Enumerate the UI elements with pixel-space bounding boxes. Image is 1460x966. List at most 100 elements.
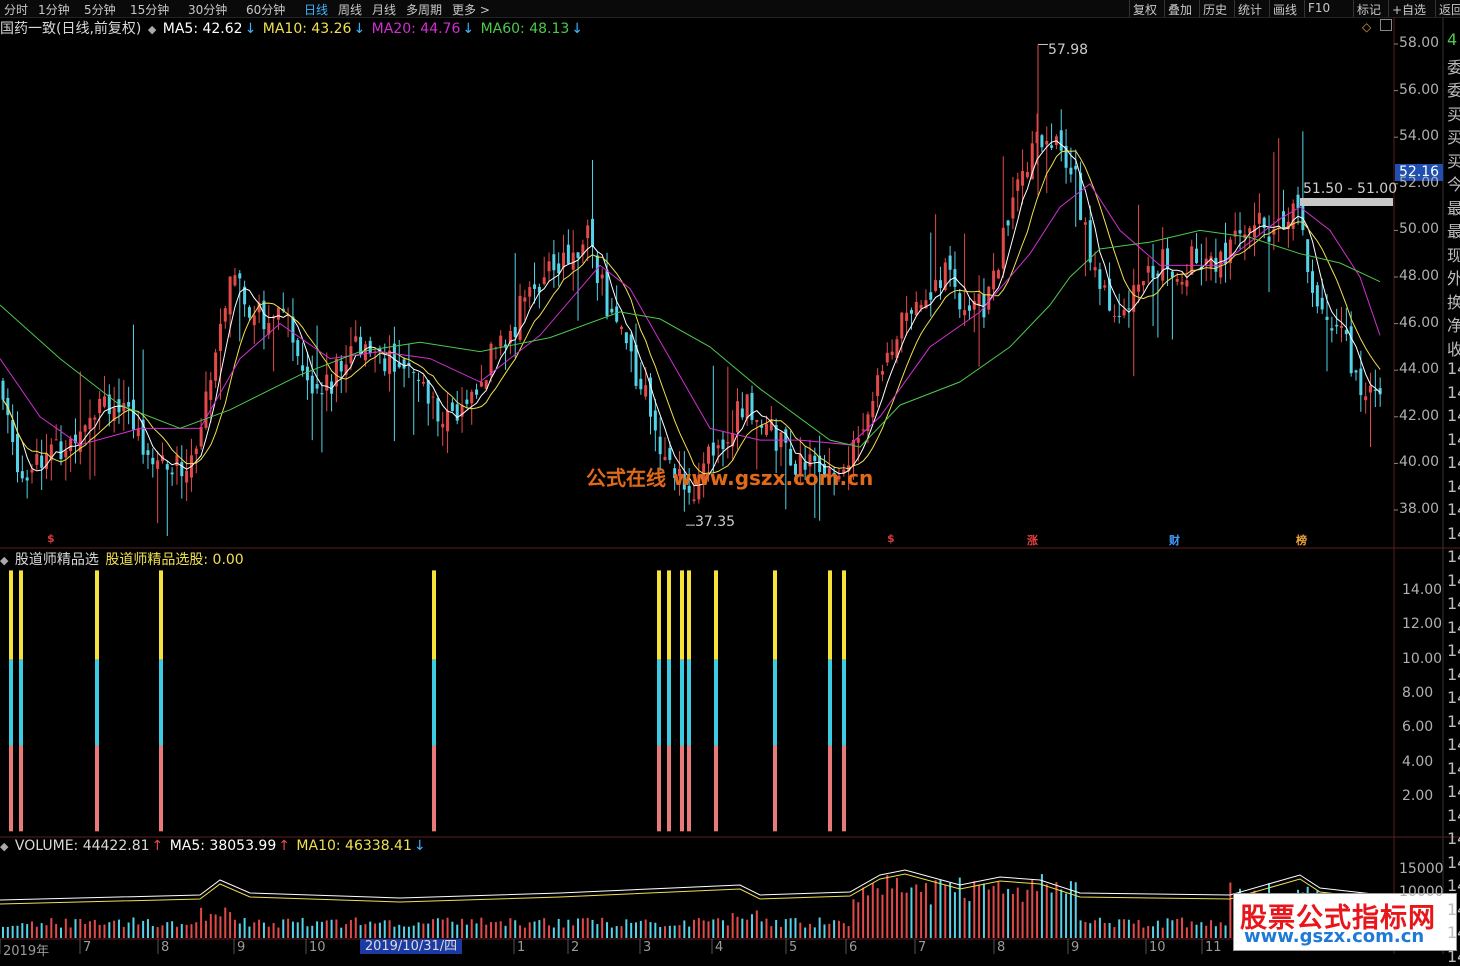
candle-body <box>658 436 662 455</box>
candle-body <box>1127 308 1131 310</box>
volume-bar <box>253 922 256 938</box>
volume-bar <box>301 917 304 938</box>
toolbar-tab-10[interactable]: 更多 > <box>452 1 490 18</box>
maximize-icon[interactable] <box>1380 19 1392 31</box>
toolbar-action-4[interactable]: 画线 <box>1273 1 1297 18</box>
price-axis-label: 52.00 <box>1399 174 1440 191</box>
indicator-bar-top <box>667 570 671 660</box>
candle-body <box>890 351 894 356</box>
toolbar-tab-1[interactable]: 1分钟 <box>38 1 70 18</box>
indicator-bar-mid <box>773 659 777 746</box>
volume-bar <box>480 917 483 938</box>
volume-bar <box>1002 893 1005 938</box>
volume-bar <box>958 877 961 938</box>
candle-body <box>1373 389 1377 391</box>
volume-bar <box>804 927 807 938</box>
legend-marker-icon[interactable]: ◆ <box>148 23 156 36</box>
candle-body <box>938 280 942 288</box>
volume-bar <box>606 922 609 938</box>
toolbar-tab-8[interactable]: 月线 <box>372 1 396 18</box>
volume-bar <box>1205 925 1208 938</box>
toolbar-tab-9[interactable]: 多周期 <box>406 1 442 18</box>
volume-bar <box>113 920 116 938</box>
price-axis-label: 54.00 <box>1399 128 1440 145</box>
diamond-icon[interactable]: ◇ <box>1362 20 1371 34</box>
main-legend: 国药一致(日线,前复权) ◆ MA5: 42.62 ↓ MA10: 43.26 ↓ … <box>0 18 585 38</box>
side-panel-glyph: 14 <box>1447 664 1460 684</box>
legend-marker-icon[interactable]: ◆ <box>0 554 8 567</box>
volume-bar <box>340 927 343 938</box>
volume-bar <box>726 925 729 938</box>
candle-body <box>1325 316 1329 320</box>
toolbar-tab-7[interactable]: 周线 <box>338 1 362 18</box>
volume-bar <box>185 924 188 938</box>
volume-bar <box>403 926 406 938</box>
volume-bar <box>982 883 985 938</box>
volume-bar <box>577 918 580 938</box>
range-label: 51.50 - 51.00 <box>1303 181 1398 197</box>
side-panel-glyph: 14 <box>1447 523 1460 543</box>
volume-bar <box>359 925 362 938</box>
side-panel-glyph: 14 <box>1447 829 1460 848</box>
toolbar-action-3[interactable]: 统计 <box>1238 1 1262 18</box>
volume-bar <box>741 918 744 938</box>
legend-marker-icon[interactable]: ◆ <box>0 840 8 853</box>
volume-bar <box>1190 921 1193 938</box>
candle-body <box>716 445 720 449</box>
date-axis-label: 6 <box>849 940 858 955</box>
volume-bar <box>992 885 995 938</box>
volume-bar <box>490 922 493 938</box>
candle-body <box>465 399 469 404</box>
volume-bar <box>1089 923 1092 938</box>
volume-bar <box>538 920 541 938</box>
volume-bar <box>180 924 183 938</box>
candle-body <box>35 453 39 465</box>
volume-bar <box>721 920 724 938</box>
date-axis-label: 7 <box>918 940 927 955</box>
candle-body <box>102 396 106 407</box>
candle-body <box>929 292 933 300</box>
toolbar-action-6[interactable]: 标记 <box>1357 1 1381 18</box>
side-panel-glyph: 14 <box>1447 476 1460 496</box>
toolbar-tab-3[interactable]: 15分钟 <box>130 1 169 18</box>
indicator-bar-bottom <box>159 745 163 832</box>
candle-body <box>180 462 184 477</box>
ma20-label: MA20: 44.76 <box>371 21 461 37</box>
candle-body <box>276 307 280 320</box>
volume-bar <box>30 921 33 938</box>
toolbar-tab-4[interactable]: 30分钟 <box>188 1 227 18</box>
toolbar-action-0[interactable]: 复权 <box>1133 1 1157 18</box>
volume-bar <box>1123 919 1126 938</box>
toolbar-tab-5[interactable]: 60分钟 <box>246 1 285 18</box>
volume-bar <box>625 919 628 938</box>
candle-body <box>726 442 730 444</box>
volume-bar <box>262 922 265 938</box>
toolbar-action-1[interactable]: 叠加 <box>1168 1 1192 18</box>
volume-bar <box>1118 919 1121 938</box>
toolbar-tab-0[interactable]: 分时 <box>4 1 28 18</box>
volume-bar <box>74 919 77 938</box>
side-panel-glyph: 14 <box>1447 711 1460 731</box>
indicator-bar-top <box>159 570 163 660</box>
volume-bar <box>127 922 130 938</box>
volume-bar <box>562 927 565 938</box>
volume-bar <box>1219 922 1222 938</box>
side-panel-glyph: 14 <box>1447 735 1460 754</box>
volume-bar <box>475 923 478 938</box>
toolbar-action-7[interactable]: +自选 <box>1392 1 1426 18</box>
candle-body <box>131 399 135 430</box>
volume-bar <box>586 917 589 938</box>
toolbar-action-8[interactable]: 返回 <box>1439 1 1460 18</box>
candle-body <box>523 297 527 302</box>
toolbar-tab-2[interactable]: 5分钟 <box>84 1 116 18</box>
candle-body <box>1301 203 1305 231</box>
toolbar-tab-6[interactable]: 日线 <box>304 1 328 18</box>
toolbar-action-2[interactable]: 历史 <box>1203 1 1227 18</box>
volume-bar <box>1045 884 1048 938</box>
candle-body <box>605 270 609 317</box>
volume-bar <box>717 918 720 938</box>
candle-body <box>1059 130 1063 151</box>
volume-bar <box>639 920 642 938</box>
candle-body <box>199 427 203 447</box>
toolbar-action-5[interactable]: F10 <box>1308 1 1330 15</box>
